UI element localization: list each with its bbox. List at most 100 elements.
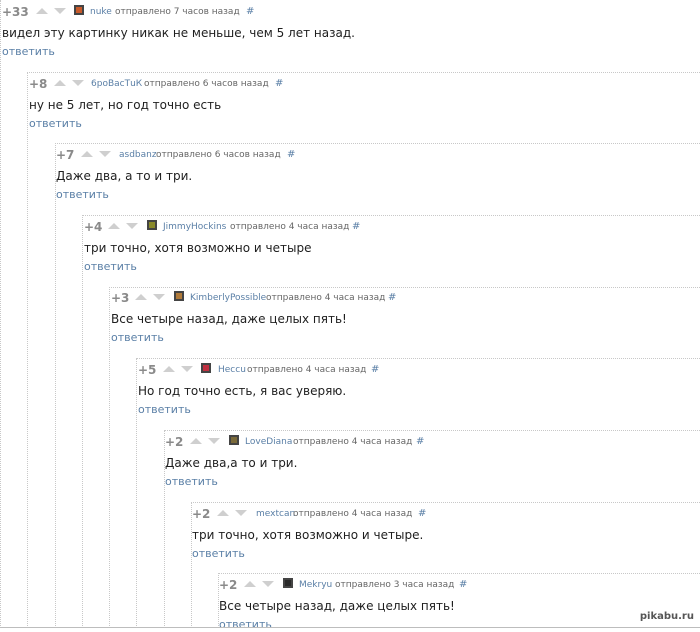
vote-up-icon[interactable] — [81, 151, 93, 157]
comment-time: отправлено 3 часа назад — [335, 580, 455, 590]
author-link[interactable]: mextcan — [256, 508, 295, 520]
comment-text: Даже два,а то и три. — [165, 456, 298, 470]
comment-time: отправлено 4 часа назад — [266, 293, 386, 303]
comment: +2 mextcan отправлено 4 часа назад # три… — [192, 507, 426, 561]
author-link[interactable]: Mekryu — [299, 579, 332, 591]
avatar[interactable] — [201, 363, 211, 373]
reply-link[interactable]: ответить — [29, 118, 82, 130]
comment: +2 LoveDiana отправлено 4 часа назад # Д… — [165, 435, 424, 489]
reply-link[interactable]: ответить — [56, 189, 109, 201]
permalink[interactable]: # — [287, 149, 295, 161]
avatar[interactable] — [147, 220, 157, 230]
vote-up-icon[interactable] — [108, 223, 120, 229]
comment-rating: +33 — [2, 5, 29, 19]
author-link[interactable]: LoveDiana — [245, 436, 292, 448]
permalink[interactable]: # — [275, 78, 283, 90]
thread-line — [82, 215, 83, 628]
comment: +8 6роВасТuК отправлено 6 часов назад # … — [29, 77, 283, 131]
vote-down-icon[interactable] — [208, 438, 220, 444]
reply-link[interactable]: ответить — [111, 332, 164, 344]
author-link[interactable]: KimberlyPossible — [190, 292, 266, 304]
reply-link[interactable]: ответить — [138, 404, 191, 416]
author-link[interactable]: 6роВасТuК — [91, 78, 142, 90]
avatar[interactable] — [229, 435, 239, 445]
comment-rating: +2 — [165, 435, 184, 449]
comment-rating: +8 — [29, 77, 48, 91]
reply-link[interactable]: ответить — [84, 261, 137, 273]
permalink[interactable]: # — [246, 6, 254, 18]
vote-up-icon[interactable] — [163, 366, 175, 372]
comment-rating: +2 — [192, 507, 211, 521]
comment-rating: +4 — [84, 220, 103, 234]
comment-time: отправлено 6 часов назад — [156, 150, 281, 160]
vote-down-icon[interactable] — [153, 294, 165, 300]
reply-link[interactable]: ответить — [2, 46, 55, 58]
permalink[interactable]: # — [459, 579, 467, 591]
comment-text: ну не 5 лет, но год точно есть — [29, 98, 222, 112]
comment-rating: +7 — [56, 148, 75, 162]
vote-down-icon[interactable] — [99, 151, 111, 157]
comment-text: Но год точно есть, я вас уверяю. — [138, 384, 347, 398]
author-link[interactable]: asdbanz — [119, 149, 157, 161]
thread-separator — [164, 430, 700, 431]
comment-text: Даже два, а то и три. — [56, 169, 193, 183]
vote-up-icon[interactable] — [217, 510, 229, 516]
thread-separator — [55, 143, 700, 144]
vote-down-icon[interactable] — [181, 366, 193, 372]
vote-down-icon[interactable] — [54, 8, 66, 14]
comment-text: видел эту картинку никак не меньше, чем … — [2, 26, 355, 40]
comment-rating: +2 — [219, 578, 238, 592]
reply-link[interactable]: ответить — [192, 548, 245, 560]
comment: +4 JimmyHockins отправлено 4 часа назад … — [84, 220, 360, 274]
comment-rating: +3 — [111, 291, 130, 305]
thread-line — [55, 143, 56, 628]
comment-text: Все четыре назад, даже целых пять! — [111, 312, 347, 326]
comment: +5 Неccu отправлено 4 часа назад # Но го… — [138, 363, 379, 417]
comment-text: Все четыре назад, даже целых пять! — [219, 599, 455, 613]
author-link[interactable]: nuke — [90, 6, 112, 18]
avatar[interactable] — [74, 5, 84, 15]
thread-line — [109, 287, 110, 628]
permalink[interactable]: # — [388, 292, 396, 304]
thread-line — [27, 72, 28, 628]
permalink[interactable]: # — [416, 436, 424, 448]
comment-time: отправлено 4 часа назад — [247, 365, 367, 375]
comment-text: три точно, хотя возможно и четыре — [84, 241, 312, 255]
comment-text: три точно, хотя возможно и четыре. — [192, 528, 424, 542]
vote-up-icon[interactable] — [54, 80, 66, 86]
vote-down-icon[interactable] — [126, 223, 138, 229]
permalink[interactable]: # — [371, 364, 379, 376]
author-link[interactable]: Неccu — [218, 364, 246, 376]
comment: +2 Mekryu отправлено 3 часа назад # Все … — [219, 578, 467, 632]
permalink[interactable]: # — [418, 508, 426, 520]
thread-separator — [109, 287, 700, 288]
comment-time: отправлено 4 часа назад — [293, 437, 413, 447]
watermark: pikabu.ru — [639, 611, 694, 622]
vote-down-icon[interactable] — [72, 80, 84, 86]
avatar[interactable] — [174, 291, 184, 301]
vote-down-icon[interactable] — [235, 510, 247, 516]
thread-separator — [191, 502, 700, 503]
vote-up-icon[interactable] — [244, 581, 256, 587]
thread-separator — [82, 215, 700, 216]
comment-rating: +5 — [138, 363, 157, 377]
comment: +7 asdbanz отправлено 6 часов назад # Да… — [56, 148, 295, 202]
vote-down-icon[interactable] — [262, 581, 274, 587]
comment: +3 KimberlyPossible отправлено 4 часа на… — [111, 291, 396, 345]
comment-time: отправлено 7 часов назад — [115, 7, 240, 17]
reply-link[interactable]: ответить — [219, 619, 272, 631]
vote-up-icon[interactable] — [190, 438, 202, 444]
comment-time: отправлено 4 часа назад — [230, 222, 350, 232]
thread-separator — [136, 358, 700, 359]
reply-link[interactable]: ответить — [165, 476, 218, 488]
vote-up-icon[interactable] — [36, 8, 48, 14]
thread-line — [136, 358, 137, 628]
author-link[interactable]: JimmyHockins — [163, 221, 226, 233]
permalink[interactable]: # — [352, 221, 360, 233]
avatar[interactable] — [283, 578, 293, 588]
thread-separator — [27, 72, 700, 73]
comment-time: отправлено 6 часов назад — [144, 79, 269, 89]
comment-time: отправлено 4 часа назад — [293, 509, 413, 519]
comment: +33 nuke отправлено 7 часов назад # виде… — [2, 5, 355, 59]
vote-up-icon[interactable] — [135, 294, 147, 300]
